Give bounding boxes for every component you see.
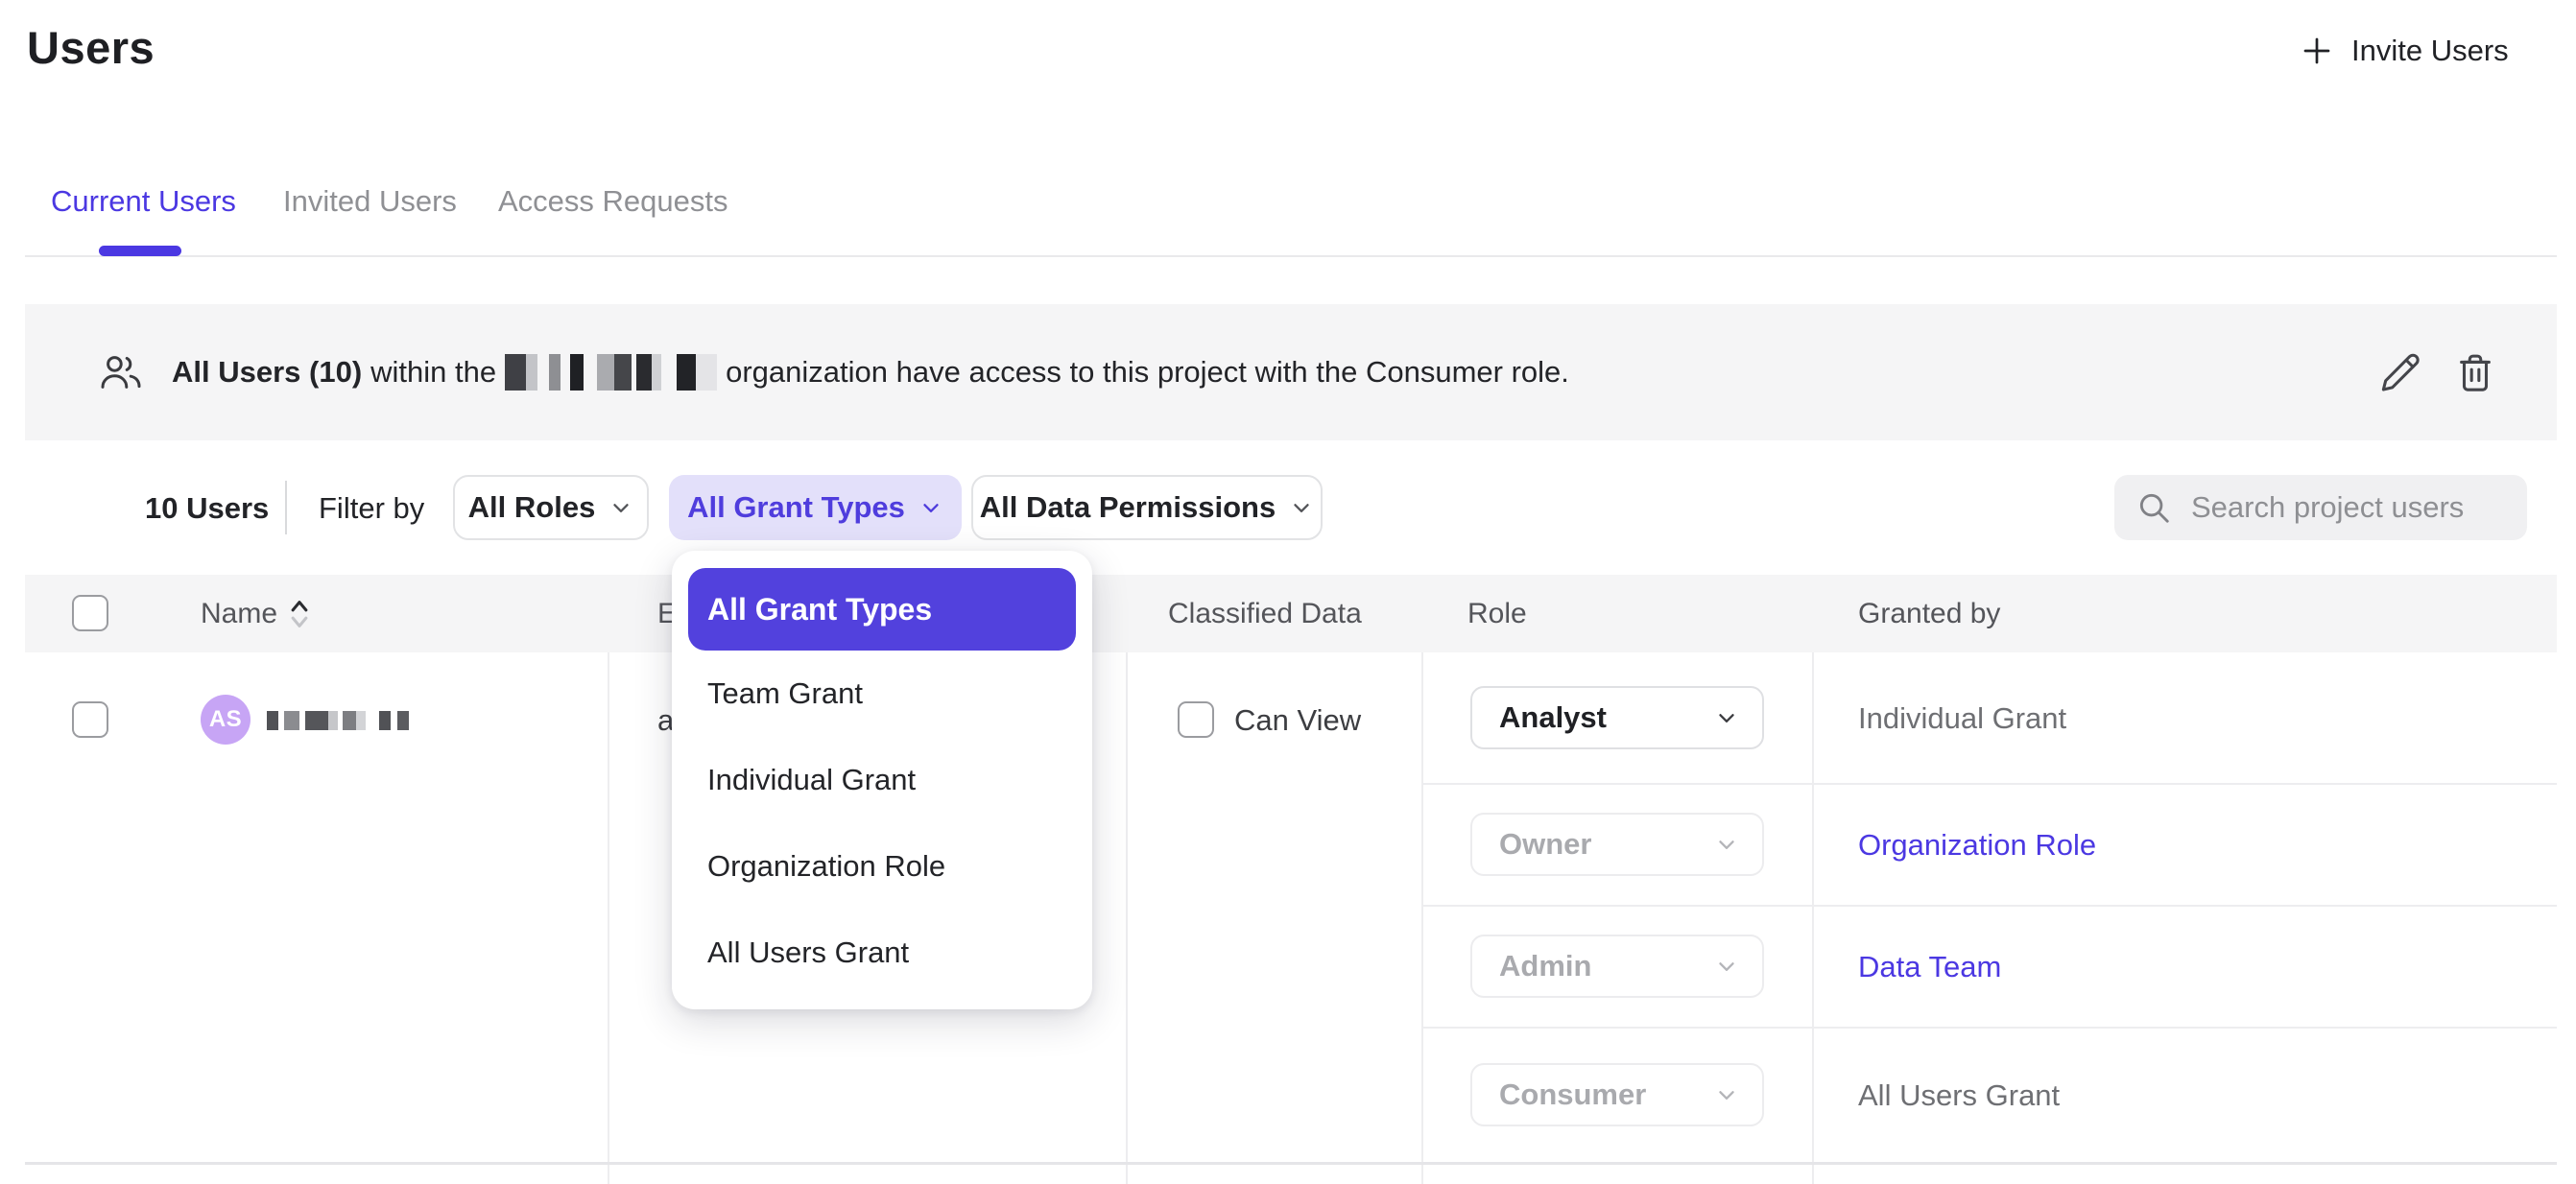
chevron-down-icon [918, 495, 943, 520]
select-all-checkbox[interactable] [72, 595, 108, 631]
role-select-owner: Owner [1470, 813, 1764, 876]
tab-current-users[interactable]: Current Users [51, 180, 236, 223]
column-divider [1421, 652, 1423, 1184]
column-header-granted-by: Granted by [1858, 598, 2000, 630]
granted-by-link-organization-role[interactable]: Organization Role [1858, 828, 2096, 863]
role-label: Owner [1499, 827, 1591, 862]
invite-users-label: Invite Users [2351, 34, 2509, 68]
role-label: Analyst [1499, 700, 1607, 735]
menu-item-all-users-grant[interactable]: All Users Grant [707, 935, 909, 970]
grant-row-divider [1421, 905, 2557, 907]
invite-users-button[interactable]: Invite Users [2300, 23, 2509, 79]
menu-item-team-grant[interactable]: Team Grant [707, 676, 863, 711]
chevron-down-icon [1714, 954, 1739, 979]
column-header-classified-data: Classified Data [1168, 598, 1362, 630]
chevron-down-icon [1289, 495, 1314, 520]
column-divider [1812, 652, 1814, 1184]
role-select-admin: Admin [1470, 935, 1764, 998]
grant-row-divider [1421, 1027, 2557, 1029]
column-header-name[interactable]: Name [201, 598, 277, 630]
filter-all-data-permissions-label: All Data Permissions [980, 490, 1276, 525]
trash-icon [2453, 350, 2497, 394]
search-input[interactable] [2191, 490, 2508, 525]
redacted-user-name [267, 710, 409, 731]
role-select-analyst[interactable]: Analyst [1470, 686, 1764, 749]
users-page: Users Invite Users Current Users Invited… [0, 0, 2576, 1184]
menu-item-all-grant-types-selected[interactable]: All Grant Types [688, 568, 1076, 651]
avatar: AS [201, 695, 250, 745]
active-tab-indicator [99, 246, 181, 256]
grant-types-dropdown-menu: All Grant Types Team Grant Individual Gr… [672, 551, 1092, 1009]
column-divider [608, 652, 609, 1184]
search-icon [2135, 489, 2172, 526]
menu-item-organization-role[interactable]: Organization Role [707, 849, 945, 884]
chevron-down-icon [608, 495, 633, 520]
all-users-banner: All Users (10) within the organization h… [25, 304, 2557, 440]
search-box [2114, 475, 2527, 540]
role-label: Admin [1499, 949, 1591, 983]
granted-by-value: Individual Grant [1858, 701, 2066, 736]
filter-all-data-permissions[interactable]: All Data Permissions [971, 475, 1323, 540]
tabs-divider [25, 255, 2557, 257]
filter-all-roles[interactable]: All Roles [453, 475, 649, 540]
row-divider [25, 1162, 2557, 1165]
chevron-down-icon [1714, 705, 1739, 730]
page-title: Users [27, 21, 155, 74]
banner-text: All Users (10) within the organization h… [172, 353, 1578, 391]
row-checkbox[interactable] [72, 701, 108, 738]
edit-banner-button[interactable] [2378, 350, 2422, 394]
chevron-down-icon [1714, 1082, 1739, 1107]
granted-by-link-data-team[interactable]: Data Team [1858, 950, 2001, 984]
redacted-org-name [505, 353, 717, 391]
plus-icon [2300, 34, 2334, 68]
filter-all-grant-types-label: All Grant Types [687, 490, 905, 525]
role-label: Consumer [1499, 1077, 1646, 1112]
pencil-icon [2378, 350, 2422, 394]
name-header-label: Name [201, 598, 277, 629]
chevron-down-icon [1714, 832, 1739, 857]
user-count: 10 Users [145, 491, 269, 526]
grant-row-divider [1421, 783, 2557, 785]
tab-invited-users[interactable]: Invited Users [283, 180, 457, 223]
can-view-checkbox[interactable] [1178, 701, 1214, 738]
can-view-label: Can View [1234, 703, 1361, 738]
column-header-role: Role [1467, 598, 1527, 630]
banner-tail-text: organization have access to this project… [726, 355, 1569, 390]
tab-access-requests[interactable]: Access Requests [498, 180, 728, 223]
menu-item-individual-grant[interactable]: Individual Grant [707, 763, 916, 797]
toolbar-divider [285, 481, 287, 534]
column-divider [1126, 652, 1128, 1184]
filter-by-label: Filter by [319, 491, 424, 526]
granted-by-value: All Users Grant [1858, 1078, 2060, 1113]
role-select-consumer: Consumer [1470, 1063, 1764, 1126]
filter-all-grant-types[interactable]: All Grant Types [669, 475, 962, 540]
sort-icon[interactable] [289, 597, 310, 631]
people-icon [99, 352, 143, 392]
filter-all-roles-label: All Roles [468, 490, 596, 525]
banner-mid-text: within the [370, 355, 496, 390]
delete-banner-button[interactable] [2453, 350, 2497, 394]
banner-bold-text: All Users (10) [172, 355, 362, 390]
